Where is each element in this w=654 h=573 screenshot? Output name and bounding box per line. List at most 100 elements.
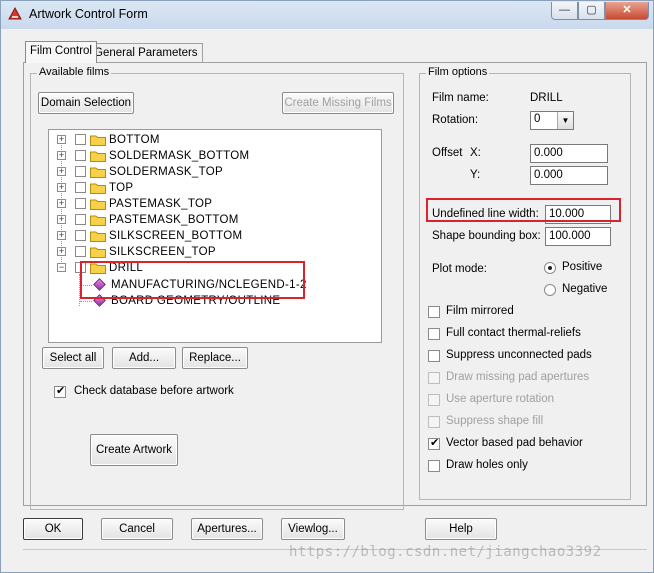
plot-mode-negative-label: Negative	[562, 283, 608, 295]
film-name: SILKSCREEN_BOTTOM	[109, 230, 243, 242]
shape-bounding-box-label: Shape bounding box:	[432, 230, 541, 242]
check-database-checkbox[interactable]: ✔	[54, 385, 66, 398]
collapse-icon[interactable]: −	[57, 263, 66, 272]
offset-x-input[interactable]: 0.000	[530, 144, 608, 163]
expand-icon[interactable]: +	[57, 167, 66, 176]
rotation-select[interactable]: 0 ▼	[530, 111, 574, 130]
film-name: SOLDERMASK_TOP	[109, 166, 223, 178]
film-option-checkbox[interactable]: ✔	[428, 437, 440, 450]
minimize-button[interactable]: —	[551, 2, 578, 20]
create-missing-films-button[interactable]: Create Missing Films	[282, 92, 394, 114]
film-name: PASTEMASK_BOTTOM	[109, 214, 239, 226]
film-checkbox[interactable]	[75, 230, 86, 241]
film-node[interactable]: + SOLDERMASK_BOTTOM	[49, 148, 379, 164]
highlight-drill-children	[80, 261, 305, 299]
radio-selected-dot	[548, 266, 552, 270]
film-name-value: DRILL	[530, 92, 563, 104]
film-option-checkbox[interactable]	[428, 372, 440, 384]
highlight-undefined-line-width	[426, 198, 621, 222]
folder-icon	[90, 135, 106, 146]
tree-connector-line	[80, 301, 92, 302]
replace-button[interactable]: Replace...	[182, 347, 248, 369]
film-option-label: Suppress unconnected pads	[446, 349, 592, 361]
title-bar[interactable]: Artwork Control Form — ▢ ✕	[1, 1, 653, 29]
cancel-button[interactable]: Cancel	[101, 518, 173, 540]
tab-general-parameters[interactable]: General Parameters	[89, 43, 203, 63]
film-option-label: Use aperture rotation	[446, 393, 555, 405]
film-name: SOLDERMASK_BOTTOM	[109, 150, 250, 162]
film-checkbox[interactable]	[75, 214, 86, 225]
film-node[interactable]: + SILKSCREEN_TOP	[49, 244, 379, 260]
plot-mode-label: Plot mode:	[432, 263, 487, 275]
rotation-value: 0	[534, 113, 541, 125]
ok-button[interactable]: OK	[23, 518, 83, 540]
film-option-checkbox[interactable]	[428, 460, 440, 472]
expand-icon[interactable]: +	[57, 135, 66, 144]
film-options-title: Film options	[426, 66, 490, 78]
film-name: SILKSCREEN_TOP	[109, 246, 216, 258]
film-name: BOTTOM	[109, 134, 160, 146]
close-button[interactable]: ✕	[605, 2, 649, 20]
offset-y-input[interactable]: 0.000	[530, 166, 608, 185]
checkmark-icon: ✔	[430, 437, 440, 449]
film-checkbox[interactable]	[75, 246, 86, 257]
film-option-checkbox[interactable]	[428, 394, 440, 406]
domain-selection-button[interactable]: Domain Selection	[38, 92, 134, 114]
film-option-checkbox[interactable]	[428, 328, 440, 340]
film-name: TOP	[109, 182, 134, 194]
film-checkbox[interactable]	[75, 134, 86, 145]
film-option-checkbox[interactable]	[428, 350, 440, 362]
checkmark-icon: ✔	[56, 385, 66, 397]
film-option-label: Full contact thermal-reliefs	[446, 327, 581, 339]
tab-film-control[interactable]: Film Control	[25, 41, 97, 63]
dropdown-arrow-icon[interactable]: ▼	[557, 112, 573, 129]
window-title: Artwork Control Form	[29, 7, 148, 21]
dialog-client-area: Film Control General Parameters Availabl…	[5, 29, 649, 570]
plot-mode-positive-label: Positive	[562, 261, 603, 273]
film-checkbox[interactable]	[75, 150, 86, 161]
film-name: PASTEMASK_TOP	[109, 198, 213, 210]
film-option-label: Draw missing pad apertures	[446, 371, 590, 383]
folder-icon	[90, 167, 106, 178]
film-option-label: Draw holes only	[446, 459, 528, 471]
film-node[interactable]: + PASTEMASK_BOTTOM	[49, 212, 379, 228]
folder-icon	[90, 151, 106, 162]
film-node[interactable]: + TOP	[49, 180, 379, 196]
available-films-title: Available films	[37, 66, 112, 78]
film-node[interactable]: + SILKSCREEN_BOTTOM	[49, 228, 379, 244]
film-checkbox[interactable]	[75, 166, 86, 177]
check-database-label: Check database before artwork	[74, 385, 234, 397]
film-option-label: Vector based pad behavior	[446, 437, 583, 449]
expand-icon[interactable]: +	[57, 199, 66, 208]
film-node[interactable]: + SOLDERMASK_TOP	[49, 164, 379, 180]
viewlog-button[interactable]: Viewlog...	[281, 518, 345, 540]
shape-bounding-box-input[interactable]: 100.000	[545, 227, 611, 246]
folder-icon	[90, 183, 106, 194]
plot-mode-positive-radio[interactable]	[544, 262, 556, 274]
select-all-button[interactable]: Select all	[42, 347, 104, 369]
expand-icon[interactable]: +	[57, 231, 66, 240]
apertures-button[interactable]: Apertures...	[191, 518, 263, 540]
expand-icon[interactable]: +	[57, 247, 66, 256]
film-option-checkbox[interactable]	[428, 416, 440, 428]
expand-icon[interactable]: +	[57, 151, 66, 160]
film-checkbox[interactable]	[75, 182, 86, 193]
app-icon	[8, 6, 22, 20]
folder-icon	[90, 247, 106, 258]
folder-icon	[90, 199, 106, 210]
maximize-button[interactable]: ▢	[578, 2, 605, 20]
film-node[interactable]: + PASTEMASK_TOP	[49, 196, 379, 212]
film-node[interactable]: + BOTTOM	[49, 132, 379, 148]
help-button[interactable]: Help	[425, 518, 497, 540]
film-checkbox[interactable]	[75, 198, 86, 209]
expand-icon[interactable]: +	[57, 215, 66, 224]
add-button[interactable]: Add...	[112, 347, 176, 369]
offset-x-label: X:	[470, 147, 481, 159]
expand-icon[interactable]: +	[57, 183, 66, 192]
offset-y-label: Y:	[470, 169, 481, 181]
film-name-label: Film name:	[432, 92, 489, 104]
create-artwork-button[interactable]: Create Artwork	[90, 434, 178, 466]
plot-mode-negative-radio[interactable]	[544, 284, 556, 296]
film-option-checkbox[interactable]	[428, 306, 440, 318]
films-tree[interactable]: + BOTTOM + SOLDERMASK_BOTTOM + SOLDERMASK_TOP…	[48, 129, 382, 343]
